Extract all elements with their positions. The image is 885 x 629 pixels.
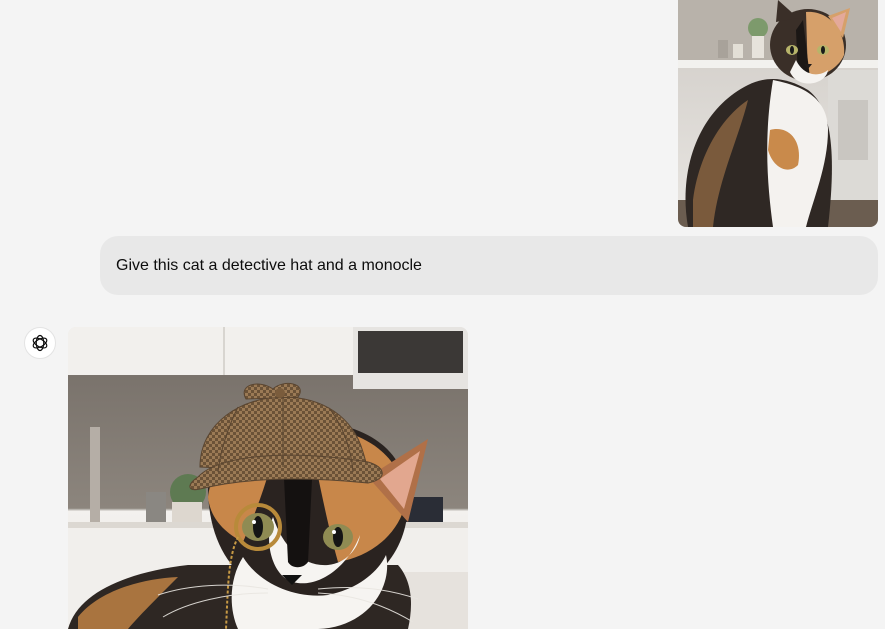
- user-message-bubble: Give this cat a detective hat and a mono…: [100, 236, 878, 295]
- assistant-generated-image[interactable]: [68, 327, 468, 629]
- calico-cat-photo: [678, 0, 878, 227]
- user-uploaded-image[interactable]: [678, 0, 878, 227]
- openai-logo-icon: [30, 333, 50, 353]
- detective-cat-image: [68, 327, 468, 629]
- assistant-avatar: [24, 327, 56, 359]
- user-message-text: Give this cat a detective hat and a mono…: [116, 256, 422, 274]
